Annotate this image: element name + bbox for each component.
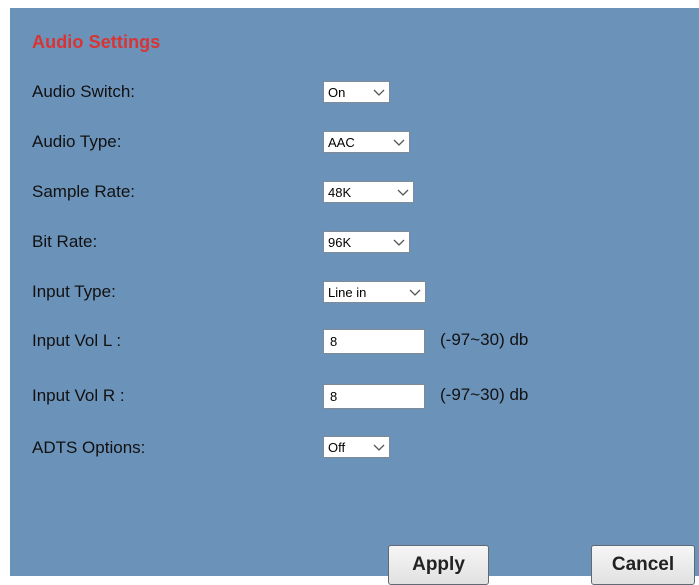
bit-rate-label: Bit Rate:: [32, 232, 98, 251]
apply-button[interactable]: Apply: [388, 545, 489, 585]
audio-switch-label: Audio Switch:: [32, 82, 135, 101]
chevron-down-icon: [373, 444, 385, 451]
audio-type-label: Audio Type:: [32, 132, 122, 151]
audio-type-value: AAC: [328, 134, 355, 150]
section-title: Audio Settings: [32, 32, 161, 52]
input-vol-r-label: Input Vol R :: [32, 386, 125, 405]
adts-options-label: ADTS Options:: [32, 438, 146, 457]
chevron-down-icon: [393, 139, 405, 146]
adts-options-select[interactable]: Off: [323, 436, 390, 458]
sample-rate-value: 48K: [328, 184, 352, 200]
bit-rate-select[interactable]: 96K: [323, 231, 410, 253]
audio-switch-select[interactable]: On: [323, 81, 390, 103]
cancel-button[interactable]: Cancel: [591, 545, 695, 585]
chevron-down-icon: [397, 189, 409, 196]
chevron-down-icon: [393, 239, 405, 246]
input-vol-r-field[interactable]: [323, 384, 425, 409]
input-vol-l-field[interactable]: [323, 329, 425, 354]
input-type-select[interactable]: Line in: [323, 281, 426, 303]
audio-type-select[interactable]: AAC: [323, 131, 410, 153]
bit-rate-value: 96K: [328, 234, 352, 250]
input-vol-r-range: (-97~30) db: [440, 385, 529, 404]
input-vol-l-range: (-97~30) db: [440, 330, 529, 349]
adts-options-value: Off: [328, 439, 346, 455]
sample-rate-label: Sample Rate:: [32, 182, 135, 201]
input-vol-l-label: Input Vol L :: [32, 331, 122, 350]
chevron-down-icon: [373, 89, 385, 96]
audio-settings-panel: Audio Settings Audio Switch: On Audio Ty…: [10, 8, 699, 576]
input-type-value: Line in: [328, 284, 367, 300]
audio-switch-value: On: [328, 84, 346, 100]
sample-rate-select[interactable]: 48K: [323, 181, 414, 203]
chevron-down-icon: [409, 289, 421, 296]
input-type-label: Input Type:: [32, 282, 116, 301]
